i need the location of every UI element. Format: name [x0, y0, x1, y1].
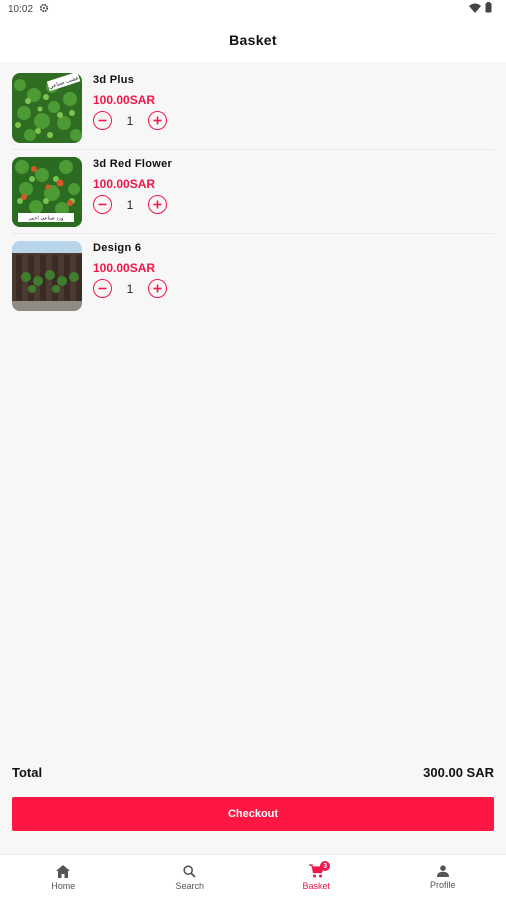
product-name: 3d Red Flower [93, 158, 173, 170]
status-bar: 10:02 [0, 0, 506, 18]
app-bar: Basket [0, 18, 506, 62]
basket-item[interactable]: عشب صناعي 3d Plus 100.00SAR 1 [12, 66, 494, 150]
status-left: 10:02 [8, 3, 49, 16]
product-image-design [12, 241, 82, 311]
decrease-quantity-button[interactable] [93, 195, 112, 214]
quantity-value: 1 [126, 281, 134, 296]
nav-basket-label: Basket [302, 881, 330, 891]
wifi-icon [469, 3, 481, 16]
checkout-button[interactable]: Checkout [12, 797, 494, 831]
battery-icon [485, 2, 492, 16]
increase-quantity-button[interactable] [148, 111, 167, 130]
product-name: Design 6 [93, 242, 142, 254]
product-name: 3d Plus [93, 74, 135, 86]
status-right [469, 2, 492, 16]
basket-item[interactable]: Design 6 100.00SAR 1 [12, 234, 494, 318]
basket-list: عشب صناعي 3d Plus 100.00SAR 1 ورد صناعي … [0, 66, 506, 318]
total-label: Total [12, 764, 43, 780]
nav-profile[interactable]: Profile [380, 855, 506, 900]
product-price: 100.00SAR [93, 177, 156, 191]
quantity-stepper: 1 [93, 111, 167, 130]
basket-badge: 3 [320, 861, 331, 871]
increase-quantity-button[interactable] [148, 279, 167, 298]
nav-search-label: Search [175, 880, 205, 891]
plus-icon [153, 284, 162, 293]
quantity-stepper: 1 [93, 279, 167, 298]
quantity-value: 1 [126, 113, 134, 128]
decrease-quantity-button[interactable] [93, 279, 112, 298]
total-row: Total 300.00 SAR [12, 762, 494, 782]
status-time: 10:02 [8, 3, 34, 15]
product-image-red-flower: ورد صناعي احمر [12, 157, 82, 227]
nav-profile-label: Profile [429, 880, 456, 890]
product-image-grass: عشب صناعي [12, 73, 82, 143]
person-icon [436, 865, 449, 877]
quantity-stepper: 1 [93, 195, 167, 214]
minus-icon [98, 203, 107, 206]
product-price: 100.00SAR [93, 261, 156, 275]
nav-search[interactable]: Search [127, 855, 254, 900]
page-title: Basket [229, 32, 277, 48]
nav-basket[interactable]: 3 Basket [253, 855, 380, 900]
product-price: 100.00SAR [93, 93, 156, 107]
minus-icon [98, 119, 107, 122]
decrease-quantity-button[interactable] [93, 111, 112, 130]
increase-quantity-button[interactable] [148, 195, 167, 214]
nav-home-label: Home [51, 880, 76, 891]
plus-icon [153, 116, 162, 125]
minus-icon [98, 287, 107, 290]
search-icon [183, 864, 196, 878]
home-icon [56, 864, 71, 878]
thumb-label: ورد صناعي احمر [28, 216, 64, 222]
total-value: 300.00 SAR [423, 764, 494, 780]
bottom-nav: Home Search 3 Basket Profile [0, 854, 506, 900]
plus-icon [153, 200, 162, 209]
quantity-value: 1 [126, 197, 134, 212]
settings-icon [39, 3, 49, 16]
nav-home[interactable]: Home [0, 855, 127, 900]
basket-item[interactable]: ورد صناعي احمر 3d Red Flower 100.00SAR 1 [12, 150, 494, 234]
